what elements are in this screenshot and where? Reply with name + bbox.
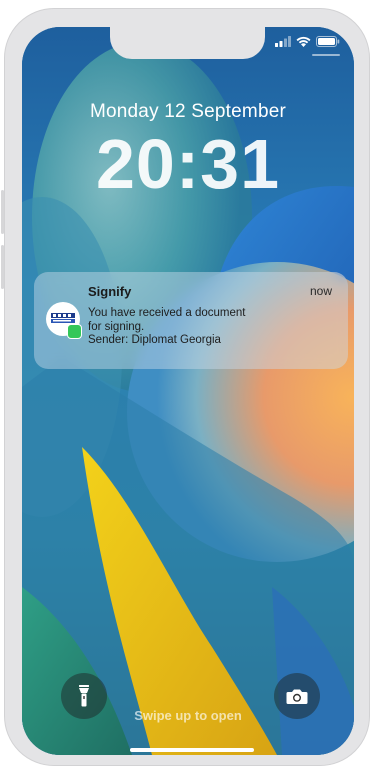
notification-line: Sender: Diplomat Georgia	[88, 334, 221, 346]
lock-date: Monday 12 September	[89, 101, 287, 122]
home-indicator[interactable]	[130, 748, 254, 752]
volume-up-button	[1, 190, 4, 234]
camera-icon	[286, 689, 308, 704]
message-badge-icon	[67, 324, 82, 339]
notification-card[interactable]: Signify now You have received a document…	[34, 272, 348, 369]
battery-icon	[316, 35, 340, 47]
phone-mockup: Monday 12 September 20:31 Signify now Yo…	[0, 0, 376, 772]
signal-icon	[275, 35, 291, 47]
volume-down-button	[1, 245, 4, 289]
notification-message: You have received a document for signing…	[88, 307, 246, 348]
notch	[110, 27, 265, 59]
notification-time: now	[309, 284, 332, 298]
notification-app-name: Signify	[88, 284, 132, 299]
notification-line: You have received a document	[88, 307, 246, 319]
swipe-hint: Swipe up to open	[134, 708, 242, 723]
wifi-icon	[296, 36, 311, 47]
status-indicator-line	[312, 54, 340, 56]
lock-screen: Monday 12 September 20:31 Signify now Yo…	[22, 27, 354, 755]
flashlight-icon	[79, 685, 89, 707]
notification-line: for signing.	[88, 320, 145, 333]
status-bar	[275, 33, 340, 49]
lock-clock: 20:31	[95, 125, 281, 203]
